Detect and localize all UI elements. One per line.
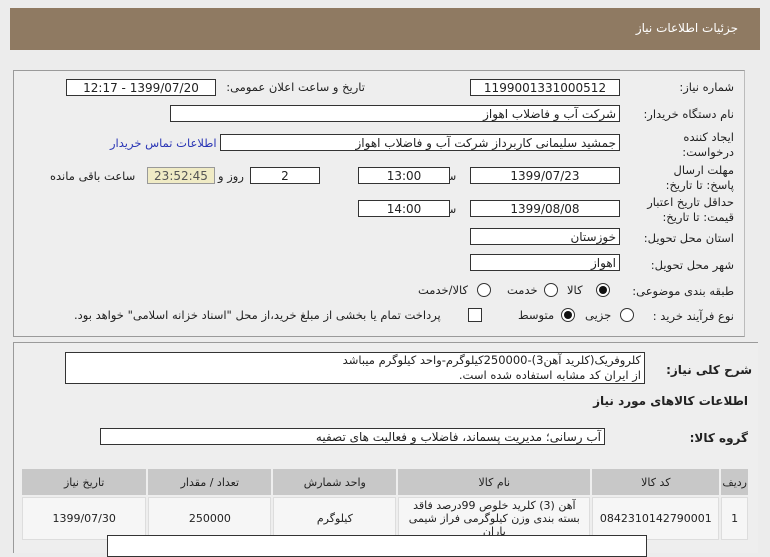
- description-line-2: از ایران کد مشابه استفاده شده است.: [458, 368, 641, 382]
- process-radio-minor[interactable]: [620, 308, 634, 322]
- page-header: جزئیات اطلاعات نیاز: [10, 8, 760, 50]
- remaining-label: ساعت باقی مانده: [50, 169, 136, 183]
- description-box: کلروفریک(کلرید آهن3)-250000کیلوگرم-واحد …: [65, 352, 645, 384]
- validity-label: حداقل تاریخ اعتبار قیمت: تا تاریخ:: [647, 195, 734, 224]
- table-row: 1 0842310142790001 آهن (3) کلرید خلوص 99…: [22, 497, 748, 540]
- cell-quantity: 250000: [148, 497, 272, 540]
- conditions-box: [107, 535, 647, 557]
- col-code: کد کالا: [592, 469, 720, 495]
- deadline-date-field[interactable]: 1399/07/23: [470, 167, 620, 184]
- province-label: استان محل تحویل:: [643, 231, 734, 245]
- treasury-payment-checkbox[interactable]: [468, 308, 482, 322]
- col-quantity: تعداد / مقدار: [148, 469, 272, 495]
- description-line-1: کلروفریک(کلرید آهن3)-250000کیلوگرم-واحد …: [342, 353, 641, 367]
- buyer-label: نام دستگاه خریدار:: [643, 107, 734, 121]
- process-radio-medium[interactable]: [561, 308, 575, 322]
- category-option-goods: کالا: [567, 283, 583, 297]
- days-field: 2: [250, 167, 320, 184]
- need-number-field[interactable]: 1199001331000512: [470, 79, 620, 96]
- city-label: شهر محل تحویل:: [650, 258, 734, 272]
- validity-time-field[interactable]: 14:00: [358, 200, 450, 217]
- cell-need-date: 1399/07/30: [22, 497, 147, 540]
- cell-code: 0842310142790001: [592, 497, 720, 540]
- treasury-payment-note: پرداخت تمام یا بخشی از مبلغ خرید،از محل …: [74, 308, 441, 322]
- announce-field[interactable]: 1399/07/20 - 12:17: [66, 79, 216, 96]
- goods-group-label: گروه کالا:: [689, 431, 748, 445]
- cell-unit: کیلوگرم: [273, 497, 397, 540]
- goods-section-title: اطلاعات کالاهای مورد نیاز: [593, 394, 748, 408]
- category-label: طبقه بندی موضوعی:: [632, 284, 734, 298]
- announce-label: تاریخ و ساعت اعلان عمومی:: [226, 80, 365, 94]
- goods-group-field: آب رسانی؛ مدیریت پسماند، فاضلاب و فعالیت…: [100, 428, 605, 445]
- cell-name: آهن (3) کلرید خلوص 99درصد فاقد بسته بندی…: [398, 497, 591, 540]
- page-title: جزئیات اطلاعات نیاز: [635, 21, 738, 35]
- table-header-row: ردیف کد کالا نام کالا واحد شمارش تعداد /…: [22, 469, 748, 495]
- validity-date-field[interactable]: 1399/08/08: [470, 200, 620, 217]
- col-unit: واحد شمارش: [273, 469, 397, 495]
- process-option-minor: جزیی: [585, 308, 612, 322]
- category-radio-goods-service[interactable]: [477, 283, 491, 297]
- process-option-medium: متوسط: [518, 308, 555, 322]
- goods-table: ردیف کد کالا نام کالا واحد شمارش تعداد /…: [20, 467, 750, 542]
- col-row-number: ردیف: [721, 469, 748, 495]
- col-name: نام کالا: [398, 469, 591, 495]
- buyer-contact-link[interactable]: اطلاعات تماس خریدار: [110, 136, 217, 150]
- creator-label: ایجاد کننده درخواست:: [682, 130, 734, 159]
- category-option-service: خدمت: [507, 283, 538, 297]
- remaining-time: 23:52:45: [147, 167, 215, 184]
- city-field[interactable]: اهواز: [470, 254, 620, 271]
- buyer-field[interactable]: شرکت آب و فاضلاب اهواز: [170, 105, 620, 122]
- category-option-goods-service: کالا/خدمت: [418, 283, 469, 297]
- days-label: روز و: [218, 169, 244, 183]
- deadline-label: مهلت ارسال پاسخ: تا تاریخ:: [665, 163, 734, 192]
- deadline-time-field[interactable]: 13:00: [358, 167, 450, 184]
- description-label: شرح کلی نیاز:: [666, 363, 752, 377]
- process-label: نوع فرآیند خرید :: [652, 309, 734, 323]
- col-need-date: تاریخ نیاز: [22, 469, 147, 495]
- cell-row-number: 1: [721, 497, 748, 540]
- province-field[interactable]: خوزستان: [470, 228, 620, 245]
- need-number-label: شماره نیاز:: [679, 80, 734, 94]
- category-radio-goods[interactable]: [596, 283, 610, 297]
- creator-field[interactable]: جمشید سلیمانی کاربرداز شرکت آب و فاضلاب …: [220, 134, 620, 151]
- category-radio-service[interactable]: [544, 283, 558, 297]
